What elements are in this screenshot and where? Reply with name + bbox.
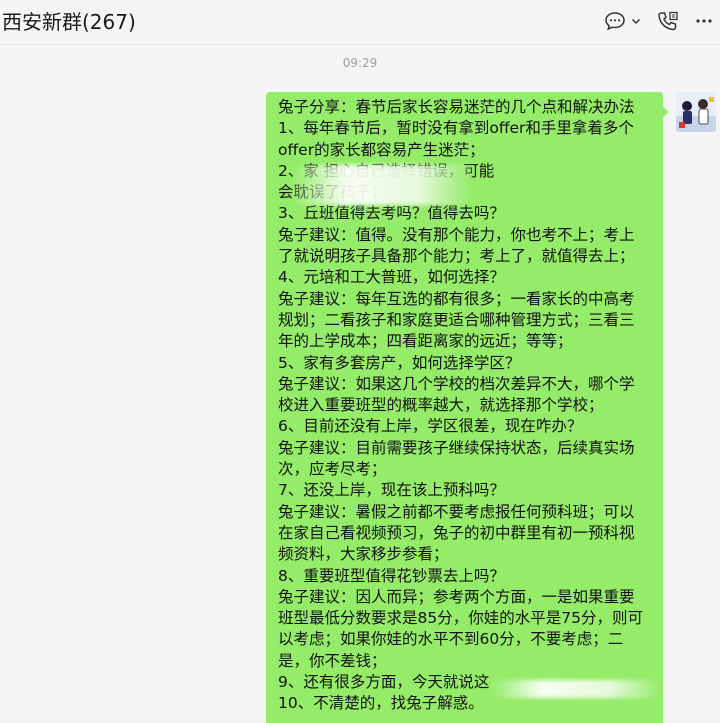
message-line: 了就说明孩子具备那个能力；考上了，就值得去上；: [278, 247, 635, 266]
message-line: 5、家有多套房产，如何选择学区？: [278, 353, 521, 372]
message-line: 3、丘班值得去考吗？值得去吗？: [278, 204, 505, 223]
message-line: 频资料，大家移步参看；: [278, 545, 449, 564]
message-line: 校进入重要班型的概率越大，就选择那个学校；: [278, 396, 604, 415]
more-icon: [696, 19, 712, 23]
message-line: 会耽误了孩子；: [278, 183, 387, 202]
message-line: 兔子分享：春节后家长容易迷茫的几个点和解决办法: [278, 98, 635, 116]
message-line: 规划；二看孩子和家庭更适合哪种管理方式；三看三: [278, 310, 635, 329]
phone-icon: [658, 11, 678, 31]
chat-header: 西安新群(267): [0, 0, 720, 45]
chat-window: 西安新群(267) 09:29 兔子分享：春节后家长容易迷茫的几个点和解决办法 …: [0, 0, 720, 723]
message-line: 是，你不差钱；: [278, 651, 387, 670]
message-line: 次，应考尽考；: [278, 460, 387, 479]
message-line: 8、重要班型值得花钞票去上吗？: [278, 566, 505, 585]
more-button[interactable]: [694, 11, 714, 31]
message-line: 9、还有很多方面，今天就说这: [278, 673, 490, 692]
message-line: 兔子建议：因人而异；参考两个方面，一是如果重要: [278, 587, 635, 606]
message-bubble-wrap: 兔子分享：春节后家长容易迷茫的几个点和解决办法 1、每年春节后，暂时没有拿到off…: [266, 92, 669, 723]
user-avatar-icon: [676, 92, 716, 132]
message-line: 兔子建议：值得。没有那个能力，你也考不上；考上: [278, 225, 635, 244]
message-line: 6、目前还没有上岸，学区很差，现在咋办？: [278, 417, 583, 436]
message-line: 以考虑；如果你娃的水平不到60分，不要考虑；二: [278, 630, 624, 649]
message-line: 10、不清楚的，找兔子解惑。: [278, 694, 484, 713]
message-timestamp: 09:29: [342, 56, 378, 70]
message-line: 兔子建议：每年互选的都有很多；一看家长的中高考: [278, 289, 635, 308]
bubble-tail: [662, 106, 669, 118]
message-line: 兔子建议：暑假之前都不要考虑报任何预科班；可以: [278, 502, 635, 521]
message-line: 1、每年春节后，暂时没有拿到offer和手里拿着多个: [278, 119, 634, 138]
chat-bubble-icon: [605, 12, 625, 31]
message-line: offer的家长都容易产生迷茫；: [278, 140, 485, 159]
message-text: 兔子分享：春节后家长容易迷茫的几个点和解决办法 1、每年春节后，暂时没有拿到off…: [278, 97, 655, 715]
message-line: 兔子建议：目前需要孩子继续保持状态，后续真实场: [278, 438, 635, 457]
message-line: 2、家 担心自己选择错误，可能: [278, 161, 495, 180]
message-line: 兔子建议：如果这几个学校的档次差异不大，哪个学: [278, 374, 635, 393]
chevron-down-icon: [631, 18, 641, 25]
message-line: 年的上学成本；四看距离家的远近；等等；: [278, 332, 573, 351]
chat-title: 西安新群(267): [2, 10, 136, 34]
chat-options-button[interactable]: [604, 11, 642, 31]
message-line: 4、元培和工大普班，如何选择？: [278, 268, 505, 287]
avatar[interactable]: [676, 92, 716, 132]
call-button[interactable]: [656, 10, 680, 32]
message-line: 班型最低分数要求是85分，你娃的水平是75分，则可: [278, 609, 643, 628]
message-bubble[interactable]: 兔子分享：春节后家长容易迷茫的几个点和解决办法 1、每年春节后，暂时没有拿到off…: [266, 92, 663, 723]
header-actions: [604, 10, 714, 32]
message-line: 在家自己看视频预习，兔子的初中群里有初一预科视: [278, 523, 635, 542]
message-line: 7、还没上岸，现在该上预科吗？: [278, 481, 505, 500]
